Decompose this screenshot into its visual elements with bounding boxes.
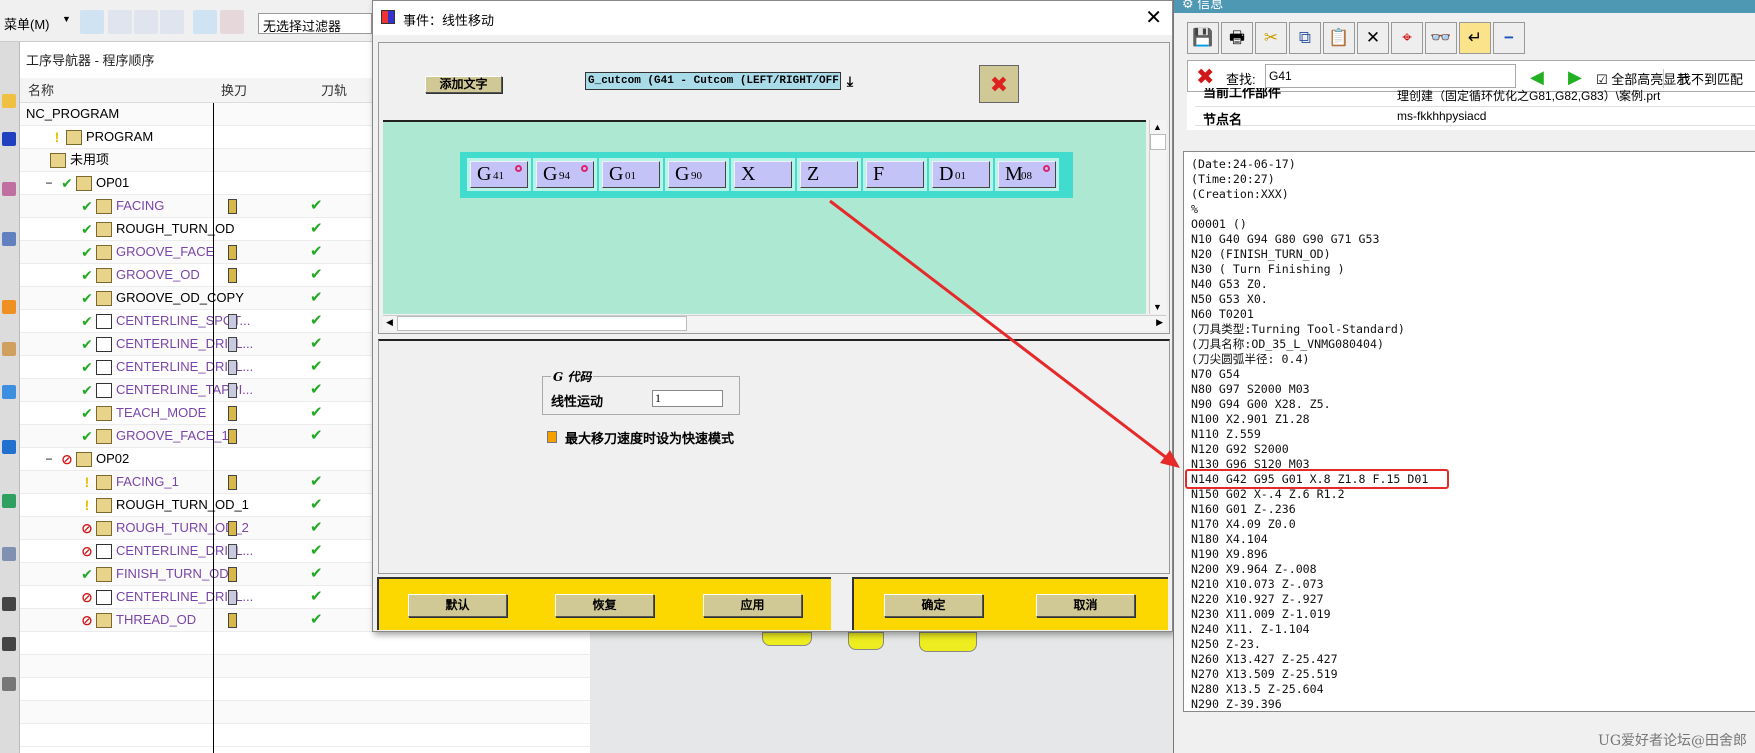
arrow-line [829,199,1173,464]
annotation-arrow [829,199,1180,468]
arrow-head [1160,450,1180,468]
